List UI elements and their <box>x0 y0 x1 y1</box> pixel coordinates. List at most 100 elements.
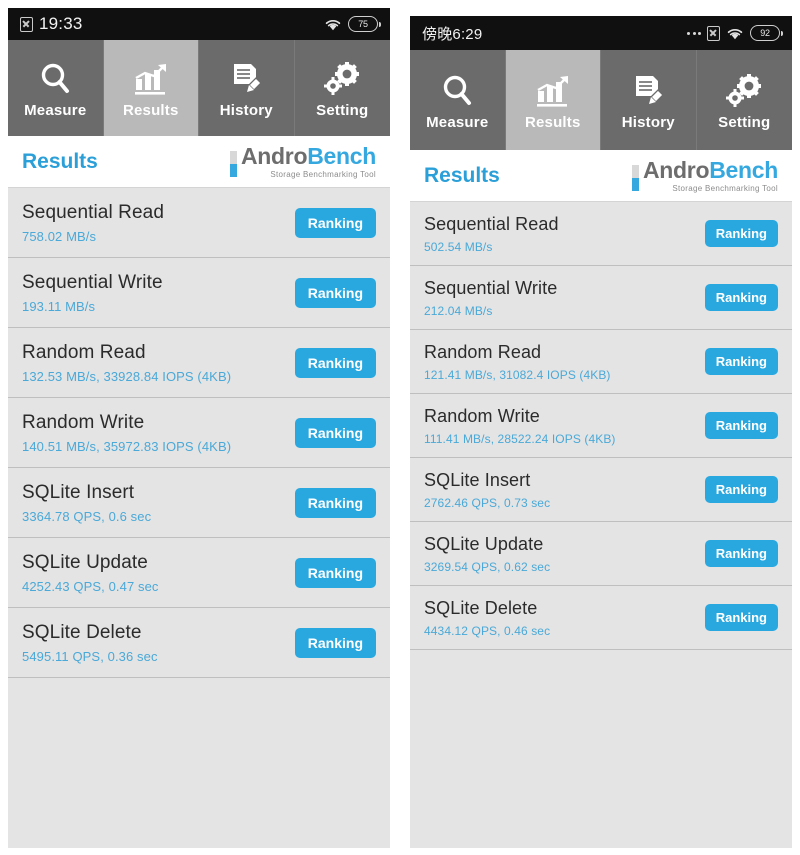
table-row[interactable]: SQLite Update 3269.54 QPS, 0.62 sec Rank… <box>410 522 792 586</box>
ranking-button[interactable]: Ranking <box>294 487 376 518</box>
table-row[interactable]: Random Read 132.53 MB/s, 33928.84 IOPS (… <box>8 328 390 398</box>
ranking-button[interactable]: Ranking <box>294 417 376 448</box>
status-clock: 19:33 <box>39 14 83 33</box>
result-value: 5495.11 QPS, 0.36 sec <box>22 648 158 664</box>
phone-screenshot-right: 傍晚6:29 92 Measure Results History Settin… <box>410 16 792 848</box>
result-texts: Random Write 140.51 MB/s, 35972.83 IOPS … <box>22 412 231 454</box>
tab-history-label: History <box>219 101 273 119</box>
tab-results[interactable]: Results <box>103 40 199 136</box>
result-name: Random Write <box>424 405 540 426</box>
boxed-x-icon <box>707 25 720 41</box>
table-row[interactable]: Random Read 121.41 MB/s, 31082.4 IOPS (4… <box>410 330 792 394</box>
logo-wordmark: AndroBench <box>240 142 376 169</box>
ranking-button[interactable]: Ranking <box>704 540 778 567</box>
tab-setting[interactable]: Setting <box>696 50 792 150</box>
document-pencil-icon <box>226 58 266 100</box>
result-texts: SQLite Insert 2762.46 QPS, 0.73 sec <box>424 470 550 510</box>
bar-chart-icon <box>533 70 573 112</box>
ranking-button[interactable]: Ranking <box>704 604 778 631</box>
tab-history[interactable]: History <box>601 50 697 150</box>
result-texts: Random Write 111.41 MB/s, 28522.24 IOPS … <box>424 406 616 446</box>
ranking-button[interactable]: Ranking <box>704 284 778 311</box>
gears-icon <box>724 70 764 112</box>
status-bar: 傍晚6:29 92 <box>410 16 792 50</box>
result-value: 4434.12 QPS, 0.46 sec <box>424 623 551 638</box>
table-row[interactable]: SQLite Update 4252.43 QPS, 0.47 sec Rank… <box>8 538 390 608</box>
ranking-button[interactable]: Ranking <box>704 412 778 439</box>
ranking-button[interactable]: Ranking <box>704 476 778 503</box>
ranking-button[interactable]: Ranking <box>704 348 778 375</box>
ranking-button[interactable]: Ranking <box>294 207 376 238</box>
result-name: Random Read <box>22 341 146 363</box>
androbench-logo: AndroBench Storage Benchmarking Tool <box>631 156 778 193</box>
androbench-logo: AndroBench Storage Benchmarking Tool <box>229 142 376 179</box>
logo-wordmark: AndroBench <box>642 156 778 183</box>
logo-tagline: Storage Benchmarking Tool <box>672 183 778 193</box>
table-row[interactable]: Random Write 140.51 MB/s, 35972.83 IOPS … <box>8 398 390 468</box>
result-value: 4252.43 QPS, 0.47 sec <box>22 578 159 594</box>
tab-results[interactable]: Results <box>505 50 601 150</box>
page-title: Results <box>22 149 98 173</box>
logo-andro: Andro <box>240 142 308 169</box>
tab-history[interactable]: History <box>199 40 295 136</box>
boxed-x-icon <box>20 16 33 32</box>
result-name: SQLite Delete <box>424 597 538 618</box>
result-texts: Sequential Read 502.54 MB/s <box>424 214 559 254</box>
table-row[interactable]: Sequential Read 502.54 MB/s Ranking <box>410 202 792 266</box>
ranking-button[interactable]: Ranking <box>294 277 376 308</box>
result-texts: SQLite Update 4252.43 QPS, 0.47 sec <box>22 552 159 594</box>
tab-results-label: Results <box>122 101 179 119</box>
battery-percent: 75 <box>358 19 368 29</box>
table-row[interactable]: Random Write 111.41 MB/s, 28522.24 IOPS … <box>410 394 792 458</box>
ranking-button[interactable]: Ranking <box>704 220 778 247</box>
battery-percent: 92 <box>760 28 770 38</box>
table-row[interactable]: SQLite Delete 4434.12 QPS, 0.46 sec Rank… <box>410 586 792 650</box>
result-texts: Sequential Read 758.02 MB/s <box>22 202 164 244</box>
magnifier-icon <box>35 58 75 100</box>
page-title: Results <box>424 163 500 187</box>
logo-bar-icon <box>631 164 639 191</box>
result-name: SQLite Insert <box>22 481 135 503</box>
tab-setting[interactable]: Setting <box>294 40 390 136</box>
logo-andro: Andro <box>642 156 710 183</box>
result-value: 121.41 MB/s, 31082.4 IOPS (4KB) <box>424 367 611 382</box>
result-value: 132.53 MB/s, 33928.84 IOPS (4KB) <box>22 368 232 384</box>
tab-measure[interactable]: Measure <box>410 50 506 150</box>
result-texts: Random Read 132.53 MB/s, 33928.84 IOPS (… <box>22 342 231 384</box>
logo-bar-icon <box>229 150 237 177</box>
ranking-button[interactable]: Ranking <box>294 557 376 588</box>
result-texts: SQLite Update 3269.54 QPS, 0.62 sec <box>424 534 550 574</box>
screenshot-stage: 19:33 75 Measure Results History Setting… <box>0 0 800 855</box>
tab-bar: Measure Results History Setting <box>8 40 390 136</box>
status-bar-right: 92 <box>687 25 783 41</box>
table-row[interactable]: SQLite Insert 3364.78 QPS, 0.6 sec Ranki… <box>8 468 390 538</box>
tab-setting-label: Setting <box>718 113 771 131</box>
ranking-button[interactable]: Ranking <box>294 627 376 658</box>
result-value: 502.54 MB/s <box>424 239 493 254</box>
logo-text: AndroBench Storage Benchmarking Tool <box>642 156 778 193</box>
result-texts: SQLite Delete 5495.11 QPS, 0.36 sec <box>22 622 158 664</box>
result-texts: Sequential Write 212.04 MB/s <box>424 278 557 318</box>
table-row[interactable]: Sequential Read 758.02 MB/s Ranking <box>8 188 390 258</box>
tab-history-label: History <box>621 113 675 131</box>
wifi-icon <box>324 17 342 31</box>
results-list: Sequential Read 758.02 MB/s Ranking Sequ… <box>8 188 390 848</box>
page-header: Results AndroBench Storage Benchmarking … <box>8 136 390 188</box>
battery-icon: 75 <box>348 16 381 32</box>
result-name: Random Write <box>22 411 145 433</box>
table-row[interactable]: Sequential Write 212.04 MB/s Ranking <box>410 266 792 330</box>
tab-measure-label: Measure <box>24 101 87 119</box>
result-texts: Sequential Write 193.11 MB/s <box>22 272 163 314</box>
result-name: Sequential Write <box>424 277 558 298</box>
tab-measure[interactable]: Measure <box>8 40 104 136</box>
logo-tagline: Storage Benchmarking Tool <box>270 169 376 179</box>
result-value: 140.51 MB/s, 35972.83 IOPS (4KB) <box>22 438 232 454</box>
table-row[interactable]: SQLite Delete 5495.11 QPS, 0.36 sec Rank… <box>8 608 390 678</box>
table-row[interactable]: Sequential Write 193.11 MB/s Ranking <box>8 258 390 328</box>
phone-screenshot-left: 19:33 75 Measure Results History Setting… <box>8 8 390 848</box>
ranking-button[interactable]: Ranking <box>294 347 376 378</box>
result-value: 111.41 MB/s, 28522.24 IOPS (4KB) <box>424 431 616 446</box>
result-value: 212.04 MB/s <box>424 303 493 318</box>
table-row[interactable]: SQLite Insert 2762.46 QPS, 0.73 sec Rank… <box>410 458 792 522</box>
result-name: SQLite Delete <box>22 621 142 643</box>
